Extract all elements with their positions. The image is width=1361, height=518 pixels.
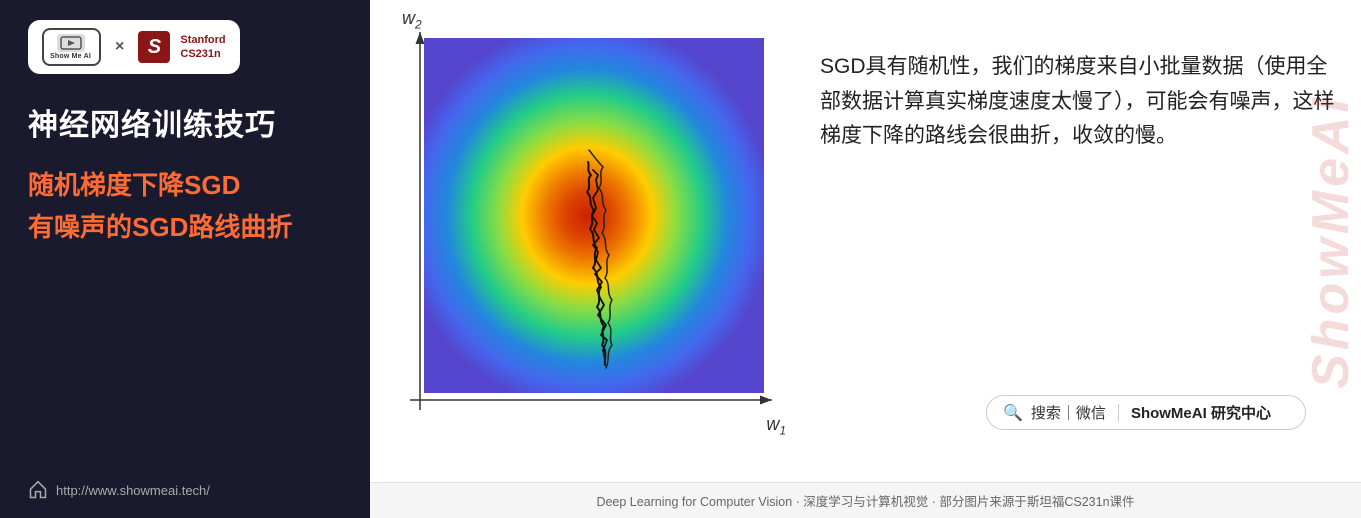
search-icon: 🔍 xyxy=(1003,403,1023,423)
search-divider xyxy=(1118,404,1119,422)
heatmap-svg xyxy=(410,30,780,420)
footer-text: Deep Learning for Computer Vision · 深度学习… xyxy=(596,491,1134,510)
search-label: 搜索｜微信 xyxy=(1031,402,1106,423)
axis-w2-label: w2 xyxy=(402,8,422,32)
cross-divider: × xyxy=(115,38,124,56)
stanford-text: Stanford CS231n xyxy=(180,33,225,62)
url-text[interactable]: http://www.showmeai.tech/ xyxy=(56,483,210,498)
right-main: w2 xyxy=(370,0,1361,482)
showmeai-logo-box: Show Me AI xyxy=(42,28,101,66)
search-brand: ShowMeAI 研究中心 xyxy=(1131,402,1271,423)
description-text: SGD具有随机性，我们的梯度来自小批量数据（使用全部数据计算真实梯度速度太慢了）… xyxy=(820,50,1341,154)
showmeai-icon xyxy=(57,34,85,52)
subtitle2: 有噪声的SGD路线曲折 xyxy=(28,211,342,245)
stanford-logo-group: S Stanford CS231n xyxy=(138,31,225,63)
nav-icon xyxy=(28,480,48,500)
footer-bar: Deep Learning for Computer Vision · 深度学习… xyxy=(370,482,1361,518)
showmeai-label: Show Me AI xyxy=(50,53,91,60)
main-title: 神经网络训练技巧 xyxy=(28,106,342,145)
chart-inner xyxy=(410,30,780,420)
chart-area: w2 xyxy=(370,0,790,460)
footer-url: http://www.showmeai.tech/ xyxy=(28,480,210,500)
search-bar[interactable]: 🔍 搜索｜微信 ShowMeAI 研究中心 xyxy=(986,395,1306,430)
logo-bar: Show Me AI × S Stanford CS231n xyxy=(28,20,240,74)
logo-combined: Show Me AI xyxy=(42,28,101,66)
subtitle1: 随机梯度下降SGD xyxy=(28,169,342,203)
left-panel: Show Me AI × S Stanford CS231n 神经网络训练技巧 … xyxy=(0,0,370,518)
right-panel: w2 xyxy=(370,0,1361,518)
text-content: SGD具有随机性，我们的梯度来自小批量数据（使用全部数据计算真实梯度速度太慢了）… xyxy=(790,0,1361,482)
stanford-s-icon: S xyxy=(138,31,170,63)
axis-w1-label: w1 xyxy=(766,414,786,438)
